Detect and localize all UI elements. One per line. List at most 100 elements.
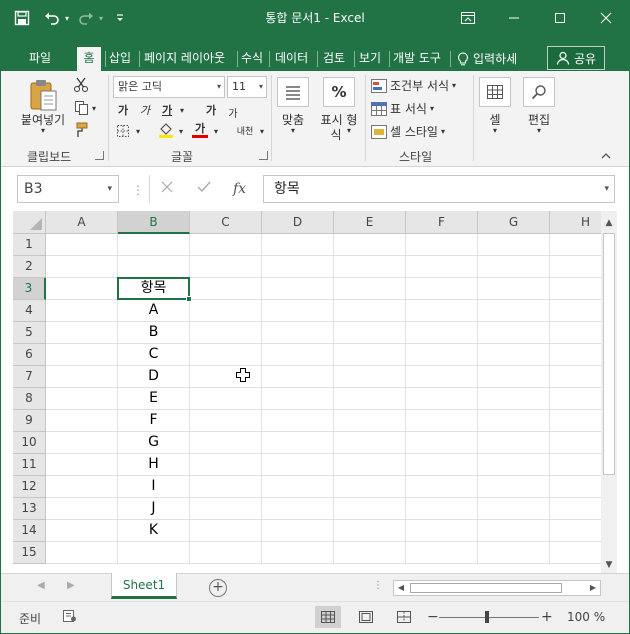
fill-handle[interactable]	[186, 296, 192, 302]
cell-g9[interactable]	[478, 410, 550, 432]
customize-qat-icon[interactable]	[107, 5, 133, 31]
redo-icon[interactable]	[73, 5, 99, 31]
cell-g13[interactable]	[478, 498, 550, 520]
row-header-13[interactable]: 13	[13, 498, 46, 520]
cell-d9[interactable]	[262, 410, 334, 432]
cell-c12[interactable]	[190, 476, 262, 498]
cell-b2[interactable]	[118, 256, 190, 278]
paste-dropdown-icon[interactable]: ▾	[37, 126, 49, 135]
next-sheet-icon[interactable]: ▶	[67, 580, 75, 591]
scroll-left-icon[interactable]: ◀	[394, 581, 408, 595]
cell-c15[interactable]	[190, 542, 262, 564]
minimize-icon[interactable]	[491, 1, 537, 35]
row-header-5[interactable]: 5	[13, 322, 46, 344]
underline-button[interactable]: 가	[159, 101, 175, 119]
cell-a9[interactable]	[46, 410, 118, 432]
font-launcher-icon[interactable]	[259, 151, 268, 160]
grow-font-button[interactable]: 가	[203, 101, 219, 119]
number-format-dropdown-icon[interactable]: ▾	[344, 126, 354, 135]
cell-e9[interactable]	[334, 410, 406, 432]
cell-f4[interactable]	[406, 300, 478, 322]
cell-f2[interactable]	[406, 256, 478, 278]
cell-g6[interactable]	[478, 344, 550, 366]
formula-input[interactable]: 항목 ▾	[263, 175, 615, 203]
zoom-out-button[interactable]: −	[427, 609, 439, 625]
cell-a3[interactable]	[46, 278, 118, 300]
underline-dropdown-icon[interactable]: ▾	[177, 101, 187, 119]
enter-icon[interactable]	[197, 175, 211, 203]
scroll-up-icon[interactable]: ▲	[601, 215, 617, 231]
font-size-dropdown[interactable]: 11 ▾	[227, 76, 267, 98]
cell-a7[interactable]	[46, 366, 118, 388]
cell-e15[interactable]	[334, 542, 406, 564]
clipboard-launcher-icon[interactable]	[95, 151, 104, 160]
row-header-2[interactable]: 2	[13, 256, 46, 278]
cell-e13[interactable]	[334, 498, 406, 520]
cell-g5[interactable]	[478, 322, 550, 344]
cell-d5[interactable]	[262, 322, 334, 344]
cell-b4[interactable]: A	[118, 300, 190, 322]
font-name-dropdown[interactable]: 맑은 고딕 ▾	[113, 76, 225, 98]
cell-d7[interactable]	[262, 366, 334, 388]
format-as-table-button[interactable]: 표 서식 ▾	[371, 100, 434, 117]
italic-button[interactable]: 가	[137, 101, 153, 119]
cell-d4[interactable]	[262, 300, 334, 322]
column-header-c[interactable]: C	[190, 211, 262, 234]
cell-f1[interactable]	[406, 234, 478, 256]
cell-e3[interactable]	[334, 278, 406, 300]
cell-f11[interactable]	[406, 454, 478, 476]
cell-b13[interactable]: J	[118, 498, 190, 520]
row-header-3[interactable]: 3	[13, 278, 46, 300]
name-box[interactable]: B3 ▾	[17, 175, 119, 203]
undo-icon[interactable]	[39, 5, 65, 31]
cell-c6[interactable]	[190, 344, 262, 366]
format-painter-icon[interactable]	[71, 121, 91, 139]
row-header-14[interactable]: 14	[13, 520, 46, 542]
undo-dropdown-icon[interactable]: ▾	[65, 14, 69, 23]
cell-e8[interactable]	[334, 388, 406, 410]
cell-g12[interactable]	[478, 476, 550, 498]
cell-g2[interactable]	[478, 256, 550, 278]
cell-c1[interactable]	[190, 234, 262, 256]
column-header-g[interactable]: G	[478, 211, 550, 234]
cell-e14[interactable]	[334, 520, 406, 542]
cell-g14[interactable]	[478, 520, 550, 542]
cell-a11[interactable]	[46, 454, 118, 476]
cell-a4[interactable]	[46, 300, 118, 322]
cell-a14[interactable]	[46, 520, 118, 542]
share-button[interactable]: 공유	[547, 46, 605, 70]
row-header-9[interactable]: 9	[13, 410, 46, 432]
cell-g10[interactable]	[478, 432, 550, 454]
cell-a13[interactable]	[46, 498, 118, 520]
column-header-a[interactable]: A	[46, 211, 118, 234]
cell-c10[interactable]	[190, 432, 262, 454]
font-color-dropdown-icon[interactable]: ▾	[211, 123, 221, 139]
row-header-6[interactable]: 6	[13, 344, 46, 366]
row-header-15[interactable]: 15	[13, 542, 46, 564]
cell-f5[interactable]	[406, 322, 478, 344]
tab-insert[interactable]: 삽입	[105, 47, 135, 71]
row-header-4[interactable]: 4	[13, 300, 46, 322]
cell-c11[interactable]	[190, 454, 262, 476]
column-header-f[interactable]: F	[406, 211, 478, 234]
row-header-7[interactable]: 7	[13, 366, 46, 388]
scroll-right-icon[interactable]: ▶	[586, 581, 600, 595]
cell-g7[interactable]	[478, 366, 550, 388]
cell-a15[interactable]	[46, 542, 118, 564]
cell-e11[interactable]	[334, 454, 406, 476]
cell-c4[interactable]	[190, 300, 262, 322]
tab-view[interactable]: 보기	[355, 47, 385, 71]
cell-c9[interactable]	[190, 410, 262, 432]
cell-e2[interactable]	[334, 256, 406, 278]
phonetic-button[interactable]: 내천	[233, 121, 257, 139]
cell-f12[interactable]	[406, 476, 478, 498]
cell-a1[interactable]	[46, 234, 118, 256]
cell-d2[interactable]	[262, 256, 334, 278]
cell-b8[interactable]: E	[118, 388, 190, 410]
cell-a10[interactable]	[46, 432, 118, 454]
cell-a2[interactable]	[46, 256, 118, 278]
cell-d11[interactable]	[262, 454, 334, 476]
row-header-8[interactable]: 8	[13, 388, 46, 410]
cell-g4[interactable]	[478, 300, 550, 322]
cell-e6[interactable]	[334, 344, 406, 366]
